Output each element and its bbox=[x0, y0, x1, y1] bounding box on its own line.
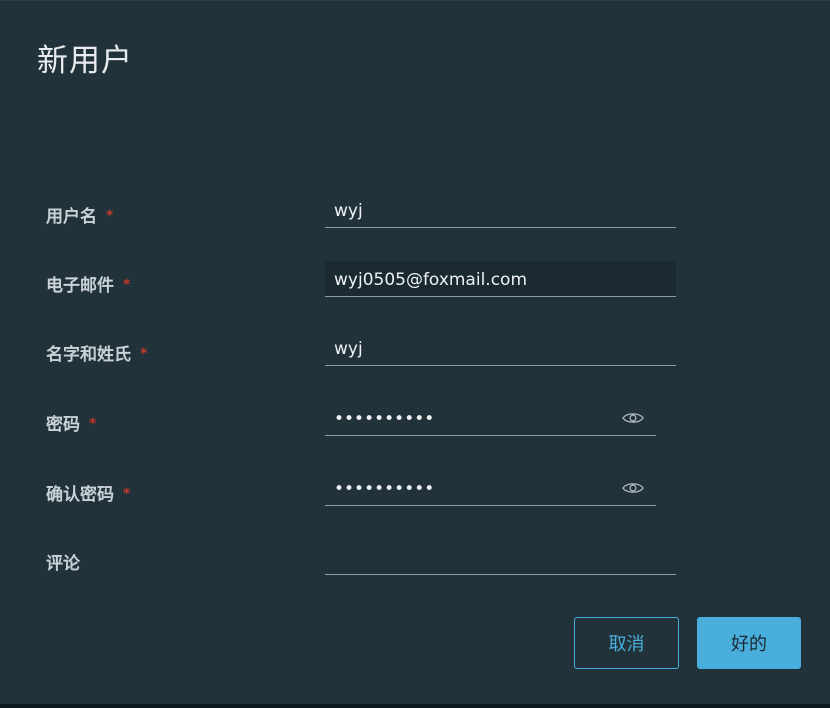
full-name-row: 名字和姓氏 * bbox=[0, 330, 830, 370]
confirm-password-label: 确认密码 * bbox=[46, 485, 131, 505]
email-row: 电子邮件 * bbox=[0, 261, 830, 301]
comment-input[interactable] bbox=[325, 539, 676, 574]
eye-icon[interactable] bbox=[622, 411, 644, 425]
password-input[interactable] bbox=[325, 400, 656, 435]
password-field-wrapper bbox=[325, 400, 656, 436]
confirm-password-field-wrapper bbox=[325, 470, 656, 506]
confirm-password-row: 确认密码 * bbox=[0, 470, 830, 510]
required-marker: * bbox=[123, 486, 131, 502]
required-marker: * bbox=[123, 277, 131, 293]
full-name-label: 名字和姓氏 * bbox=[46, 345, 148, 365]
dialog-title: 新用户 bbox=[37, 43, 133, 79]
username-label: 用户名 * bbox=[46, 207, 114, 227]
username-row: 用户名 * bbox=[0, 192, 830, 232]
password-label: 密码 * bbox=[46, 415, 97, 435]
required-marker: * bbox=[140, 346, 148, 362]
comment-row: 评论 bbox=[0, 539, 830, 579]
comment-label: 评论 bbox=[46, 554, 80, 574]
comment-field-wrapper bbox=[325, 539, 676, 575]
new-user-dialog: 新用户 用户名* 电子邮件* 名字和姓氏* 密码* 确认密码* bbox=[0, 0, 830, 704]
cancel-button[interactable]: 取消 bbox=[574, 617, 679, 669]
full-name-input[interactable] bbox=[325, 330, 676, 365]
confirm-password-input[interactable] bbox=[325, 470, 656, 505]
password-row: 密码 * bbox=[0, 400, 830, 440]
required-marker: * bbox=[106, 208, 114, 224]
email-field-wrapper bbox=[325, 261, 676, 297]
full-name-field-wrapper bbox=[325, 330, 676, 366]
email-label: 电子邮件 * bbox=[46, 276, 131, 296]
eye-icon[interactable] bbox=[622, 481, 644, 495]
required-marker: * bbox=[89, 416, 97, 432]
email-input[interactable] bbox=[325, 261, 676, 296]
username-input[interactable] bbox=[325, 192, 676, 227]
username-field-wrapper bbox=[325, 192, 676, 228]
ok-button[interactable]: 好的 bbox=[697, 617, 801, 669]
